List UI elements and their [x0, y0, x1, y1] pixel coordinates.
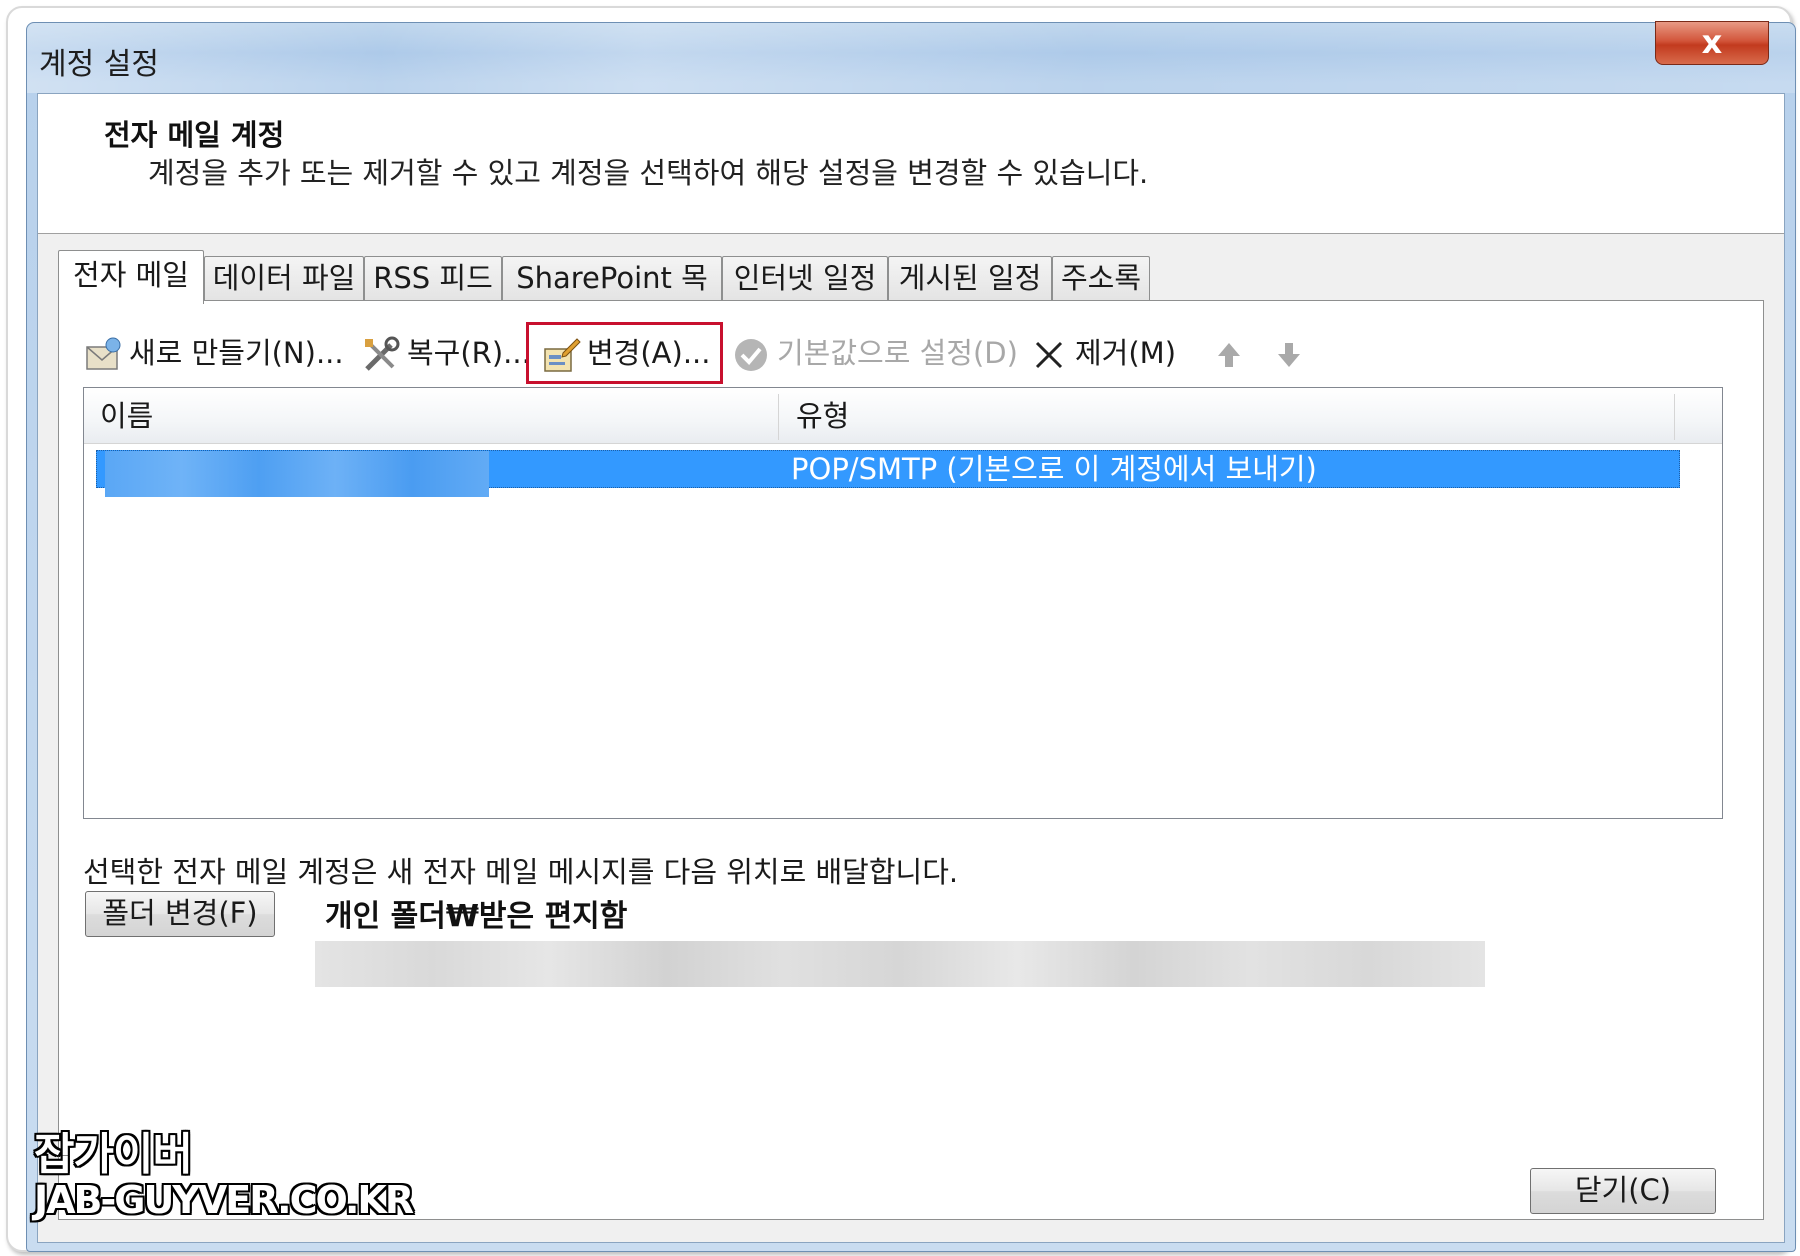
tab-sharepoint-lists[interactable]: SharePoint 목록	[502, 256, 722, 337]
move-up-button[interactable]	[1209, 325, 1255, 381]
account-list[interactable]: 이름 유형 POP/SMTP (기본으로 이 계정에서 보내기)	[83, 387, 1723, 819]
column-header-type[interactable]: 유형	[780, 388, 1470, 444]
new-account-button[interactable]: 새로 만들기(N)...	[83, 325, 344, 381]
close-icon: x	[1701, 23, 1723, 61]
tab-email[interactable]: 전자 메일	[58, 250, 204, 304]
column-separator[interactable]	[1674, 394, 1675, 440]
tab-rss-feeds[interactable]: RSS 피드	[364, 256, 502, 300]
column-header-name[interactable]: 이름	[84, 388, 784, 444]
title-bar[interactable]	[27, 23, 1795, 93]
tab-data-files[interactable]: 데이터 파일	[204, 256, 364, 300]
delivery-folder-path: 개인 폴더₩받은 편지함	[325, 899, 628, 934]
tab-internet-calendars[interactable]: 인터넷 일정	[722, 256, 888, 300]
remove-account-button[interactable]: 제거(M)	[1029, 325, 1176, 381]
list-header: 이름 유형	[84, 388, 1722, 444]
repair-button[interactable]: 복구(R)...	[361, 325, 531, 381]
column-separator[interactable]	[778, 394, 779, 440]
tab-address-books[interactable]: 주소록	[1052, 256, 1150, 300]
account-settings-window: 계정 설정 x 전자 메일 계정 계정을 추가 또는 제거할 수 있고 계정을 …	[26, 21, 1796, 1252]
window-close-button[interactable]: x	[1655, 21, 1769, 65]
close-dialog-button[interactable]: 닫기(C)	[1530, 1168, 1716, 1214]
remove-account-label: 제거(M)	[1075, 336, 1177, 370]
change-account-button[interactable]: 변경(A)...	[525, 322, 724, 384]
set-default-label: 기본값으로 설정(D)	[777, 336, 1018, 370]
arrow-down-icon	[1269, 335, 1309, 375]
remove-x-icon	[1029, 335, 1069, 375]
redacted-data-file-path	[315, 941, 1485, 987]
account-type-cell: POP/SMTP (기본으로 이 계정에서 보내기)	[791, 452, 1317, 486]
repair-tools-icon	[361, 335, 401, 375]
redacted-account-name	[105, 451, 489, 497]
delivery-info-text: 선택한 전자 메일 계정은 새 전자 메일 메시지를 다음 위치로 배달합니다.	[83, 855, 959, 889]
header-description: 계정을 추가 또는 제거할 수 있고 계정을 선택하여 해당 설정을 변경할 수…	[148, 156, 1149, 190]
account-row-selected[interactable]: POP/SMTP (기본으로 이 계정에서 보내기)	[96, 450, 1680, 497]
email-tab-panel: 새로 만들기(N)... 복구(R)... 변경(A)... 기본값으로 설정(…	[58, 300, 1764, 1220]
tab-strip: 전자 메일 데이터 파일 RSS 피드 SharePoint 목록 인터넷 일정…	[58, 250, 1658, 337]
new-account-label: 새로 만들기(N)...	[129, 336, 344, 370]
watermark-brand: 잡가이버	[34, 1129, 193, 1180]
header-title: 전자 메일 계정	[104, 118, 285, 152]
new-account-icon	[83, 335, 123, 375]
repair-label: 복구(R)...	[407, 336, 531, 370]
change-account-label: 변경(A)...	[587, 336, 711, 370]
change-account-icon	[541, 335, 581, 375]
image-frame: 계정 설정 x 전자 메일 계정 계정을 추가 또는 제거할 수 있고 계정을 …	[6, 6, 1796, 1252]
move-down-button[interactable]	[1269, 325, 1315, 381]
set-default-button[interactable]: 기본값으로 설정(D)	[731, 325, 1018, 381]
window-title: 계정 설정	[39, 47, 159, 82]
header-panel: 전자 메일 계정 계정을 추가 또는 제거할 수 있고 계정을 선택하여 해당 …	[38, 94, 1784, 234]
account-toolbar: 새로 만들기(N)... 복구(R)... 변경(A)... 기본값으로 설정(…	[59, 315, 1759, 395]
dialog-client-area: 전자 메일 계정 계정을 추가 또는 제거할 수 있고 계정을 선택하여 해당 …	[37, 93, 1785, 1243]
arrow-up-icon	[1209, 335, 1249, 375]
change-folder-button[interactable]: 폴더 변경(F)	[85, 891, 275, 937]
checkmark-circle-icon	[731, 335, 771, 375]
watermark-url: JAB-GUYVER.CO.KR	[34, 1178, 414, 1222]
tab-published-calendars[interactable]: 게시된 일정	[888, 256, 1052, 300]
